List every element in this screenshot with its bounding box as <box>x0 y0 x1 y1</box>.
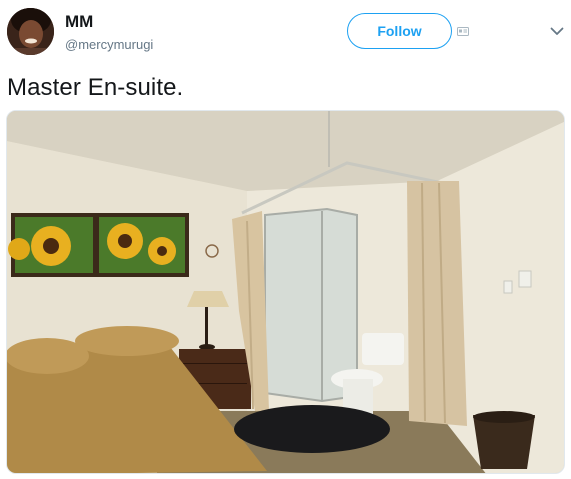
bathroom-photo <box>7 111 564 473</box>
tweet-text: Master En-suite. <box>7 74 184 101</box>
tweet: MM @mercymurugi Follow Master En-suite. <box>0 0 571 479</box>
follow-button[interactable]: Follow <box>347 13 452 49</box>
display-name[interactable]: MM <box>65 12 93 32</box>
avatar-image <box>7 8 54 55</box>
chevron-down-icon[interactable] <box>550 27 564 36</box>
contact-card-icon <box>457 27 469 36</box>
tweet-photo[interactable] <box>6 110 565 474</box>
avatar[interactable] <box>7 8 54 55</box>
user-handle[interactable]: @mercymurugi <box>65 37 153 52</box>
